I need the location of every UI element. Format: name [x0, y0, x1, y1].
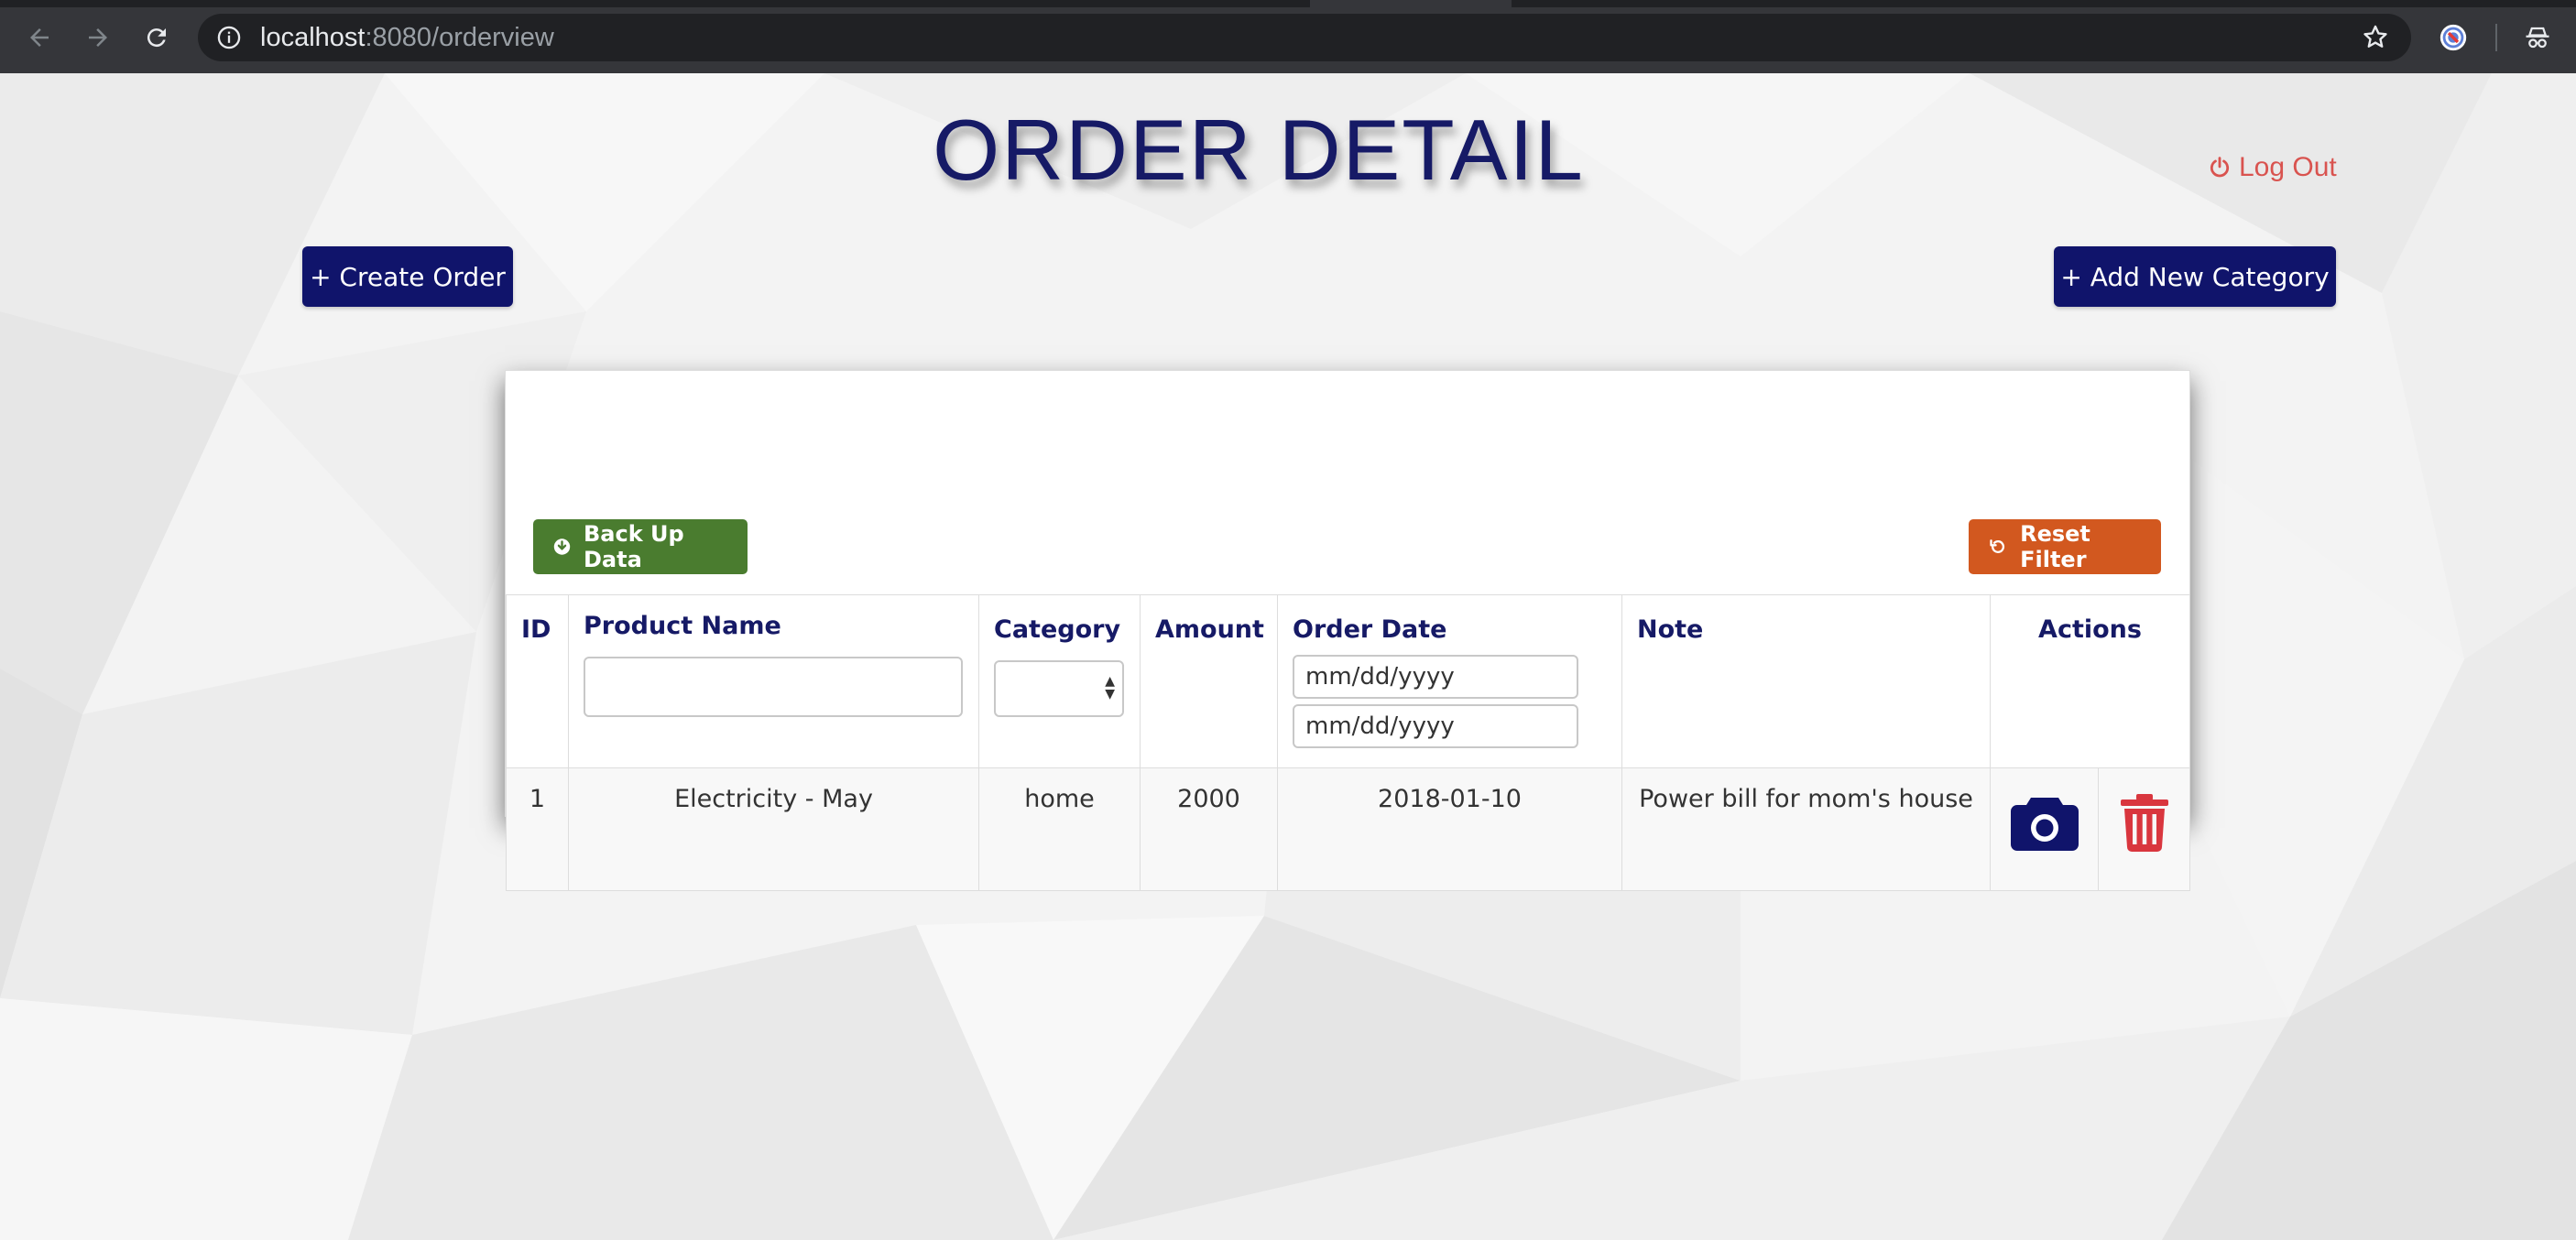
orders-card: Back Up Data Reset Filter ID Product Nam…	[505, 370, 2190, 891]
header-note: Note	[1621, 594, 1991, 768]
header-actions-label: Actions	[2038, 615, 2142, 644]
create-order-button[interactable]: + Create Order	[302, 246, 513, 307]
cell-note: Power bill for mom's house	[1621, 767, 1991, 891]
cell-photo-action	[1990, 767, 2099, 891]
cell-amount: 2000	[1140, 767, 1278, 891]
incognito-icon[interactable]	[2520, 20, 2555, 55]
page-content: ORDER DETAIL Log Out + Create Order + Ad…	[0, 73, 2576, 1240]
download-circle-icon	[553, 538, 571, 555]
header-product-name-label: Product Name	[584, 612, 781, 640]
header-category: Category ▲ ▼	[978, 594, 1141, 768]
header-category-label: Category	[994, 615, 1121, 644]
backup-data-label: Back Up Data	[584, 521, 684, 572]
header-actions: Actions	[1990, 594, 2190, 768]
reload-icon[interactable]	[139, 20, 174, 55]
reset-filter-button[interactable]: Reset Filter	[1969, 519, 2161, 574]
add-category-button[interactable]: + Add New Category	[2054, 246, 2336, 307]
forward-arrow-icon[interactable]	[81, 20, 115, 55]
extension-block-icon[interactable]	[2436, 20, 2471, 55]
date-from-input[interactable]: mm/dd/yyyy	[1293, 655, 1578, 699]
url-text: localhost:8080/orderview	[260, 14, 554, 61]
header-id: ID	[506, 594, 569, 768]
url-host: localhost	[260, 23, 366, 52]
camera-icon[interactable]	[2009, 792, 2080, 859]
select-arrows-icon: ▲ ▼	[1105, 674, 1115, 702]
header-note-label: Note	[1637, 615, 1704, 644]
cell-delete-action	[2098, 767, 2190, 891]
header-amount: Amount	[1140, 594, 1278, 768]
cell-id: 1	[506, 767, 569, 891]
logout-label: Log Out	[2239, 152, 2337, 182]
page-title: ORDER DETAIL	[933, 102, 1585, 198]
table-row: 1 Electricity - May home 2000 2018-01-10…	[506, 767, 2190, 891]
trash-icon[interactable]	[2119, 792, 2170, 859]
back-arrow-icon[interactable]	[22, 20, 57, 55]
header-amount-label: Amount	[1155, 615, 1264, 644]
cell-category: home	[978, 767, 1141, 891]
header-product-name: Product Name	[568, 594, 979, 768]
info-icon[interactable]	[216, 25, 242, 50]
address-bar[interactable]: localhost:8080/orderview	[198, 14, 2411, 61]
orders-table: ID Product Name Category ▲ ▼ Amount Orde…	[506, 594, 2190, 891]
browser-toolbar: localhost:8080/orderview	[0, 0, 2576, 75]
category-filter-select[interactable]: ▲ ▼	[994, 660, 1124, 717]
backup-data-button[interactable]: Back Up Data	[533, 519, 748, 574]
table-header-row: ID Product Name Category ▲ ▼ Amount Orde…	[506, 594, 2190, 768]
header-id-label: ID	[521, 615, 551, 644]
header-order-date-label: Order Date	[1293, 615, 1447, 644]
logout-link[interactable]: Log Out	[2208, 152, 2337, 183]
url-path: :8080/orderview	[365, 23, 554, 52]
tab-strip	[0, 0, 2576, 7]
header-order-date: Order Date mm/dd/yyyy mm/dd/yyyy	[1277, 594, 1622, 768]
toolbar-divider	[2495, 24, 2497, 51]
product-name-filter-input[interactable]	[584, 657, 963, 717]
cell-product-name: Electricity - May	[568, 767, 979, 891]
power-icon	[2210, 157, 2230, 178]
bookmark-star-icon[interactable]	[2358, 20, 2393, 55]
undo-icon	[1990, 539, 2005, 553]
reset-filter-label: Reset Filter	[2020, 521, 2090, 572]
cell-order-date: 2018-01-10	[1277, 767, 1622, 891]
date-to-input[interactable]: mm/dd/yyyy	[1293, 704, 1578, 748]
